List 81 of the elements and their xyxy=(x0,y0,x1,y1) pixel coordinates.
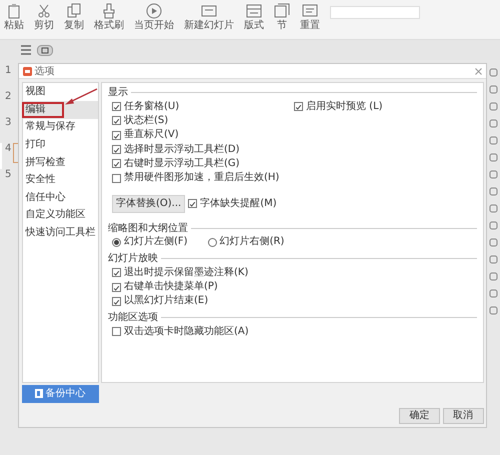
checkbox[interactable] xyxy=(112,145,121,154)
toolbar-label[interactable]: 粘贴 xyxy=(4,20,24,31)
toolbar-label[interactable]: 重置 xyxy=(300,20,320,31)
category-item[interactable]: 安全性 xyxy=(22,171,98,190)
font-size-field[interactable] xyxy=(330,6,420,19)
slide-number[interactable]: 2 xyxy=(5,91,12,102)
font-replace-button[interactable]: 字体替换(O)... xyxy=(112,194,186,213)
category-item[interactable]: 打印 xyxy=(22,136,98,154)
group-title: 缩略图和大纲位置 xyxy=(108,222,188,236)
slide-number[interactable]: 5 xyxy=(5,169,12,180)
clipboard-icon[interactable] xyxy=(6,3,22,19)
checkbox[interactable] xyxy=(294,102,303,112)
copy-icon[interactable] xyxy=(66,3,82,19)
option-label: 幻灯片右侧(R) xyxy=(220,236,284,248)
document-icon xyxy=(34,389,43,398)
slide-row[interactable]: 4 xyxy=(0,143,18,169)
option-label: 启用实时预览 (L) xyxy=(306,100,383,113)
option-label: 双击选项卡时隐藏功能区(A) xyxy=(124,326,249,338)
radio-button[interactable] xyxy=(112,238,121,247)
toolbar-label[interactable]: 版式 xyxy=(244,20,264,31)
backup-center-button[interactable]: 备份中心 xyxy=(22,384,98,402)
slide-number[interactable]: 4 xyxy=(5,143,12,154)
option-label: 任务窗格(U) xyxy=(124,100,180,113)
checkbox[interactable] xyxy=(112,327,121,336)
option-label: 禁用硬件图形加速，重启后生效(H) xyxy=(124,172,280,184)
close-icon[interactable] xyxy=(475,68,482,74)
scissors-icon[interactable] xyxy=(36,3,52,19)
checkbox[interactable] xyxy=(188,199,198,208)
brush-icon[interactable] xyxy=(101,3,117,19)
option-label: 字体缺失提醒(M) xyxy=(200,198,277,210)
radio-button[interactable] xyxy=(208,238,217,247)
slide-row[interactable]: 5 xyxy=(0,169,18,195)
checkbox[interactable] xyxy=(112,268,121,278)
toolbar-label[interactable]: 格式刷 xyxy=(94,20,124,31)
group-title: 显示 xyxy=(108,86,128,100)
checkbox[interactable] xyxy=(112,174,121,183)
option-label: 状态栏(S) xyxy=(124,114,168,127)
app-logo-icon xyxy=(23,66,32,76)
category-item[interactable]: 常规与保存 xyxy=(22,118,98,136)
slide-number[interactable]: 3 xyxy=(5,117,12,128)
category-item[interactable]: 快速访问工具栏 xyxy=(22,224,98,242)
category-item[interactable]: 拼写检查 xyxy=(22,154,98,172)
option-label: 幻灯片左侧(F) xyxy=(124,236,188,248)
slide-row[interactable]: 1 xyxy=(0,65,18,91)
group-title: 功能区选项 xyxy=(108,310,158,325)
checkbox[interactable] xyxy=(112,130,121,140)
slide-number[interactable]: 1 xyxy=(5,65,12,76)
list-icon[interactable] xyxy=(20,45,32,55)
category-item[interactable]: 信任中心 xyxy=(22,189,98,207)
toolbar-label[interactable]: 新建幻灯片 xyxy=(184,20,234,31)
slide-row[interactable]: 3 xyxy=(0,117,18,143)
option-label: 垂直标尺(V) xyxy=(124,129,179,142)
annotation-arrow xyxy=(64,88,98,106)
dialog-title: 选项 xyxy=(34,64,54,78)
toolbar-label[interactable]: 复制 xyxy=(64,20,84,31)
slide-row[interactable]: 2 xyxy=(0,91,18,117)
toolbar-label[interactable]: 剪切 xyxy=(34,20,54,31)
ok-button[interactable]: 确定 xyxy=(399,408,440,424)
cancel-button[interactable]: 取消 xyxy=(442,408,484,424)
category-item[interactable]: 视图 xyxy=(22,84,98,102)
option-label: 右键单击快捷菜单(P) xyxy=(124,281,218,294)
option-label: 以黑幻灯片结束(E) xyxy=(124,295,208,308)
checkbox[interactable] xyxy=(112,116,121,126)
option-label: 退出时提示保留墨迹注释(K) xyxy=(124,266,248,279)
toolbar-label[interactable]: 节 xyxy=(277,20,287,31)
checkbox[interactable] xyxy=(112,102,121,112)
slide-icon[interactable] xyxy=(201,3,217,19)
group-title: 幻灯片放映 xyxy=(108,252,158,266)
category-item[interactable]: 自定义功能区 xyxy=(22,206,98,224)
checkbox[interactable] xyxy=(112,296,121,306)
section-icon[interactable] xyxy=(274,3,290,19)
toolbar-label[interactable]: 当页开始 xyxy=(134,20,174,31)
option-label: 右键时显示浮动工具栏(G) xyxy=(124,158,240,170)
reset-icon[interactable] xyxy=(302,3,318,19)
option-label: 选择时显示浮动工具栏(D) xyxy=(124,144,240,156)
slide-view-icon[interactable] xyxy=(37,44,53,56)
checkbox[interactable] xyxy=(112,282,121,292)
layout-icon[interactable] xyxy=(246,3,262,19)
play-icon[interactable] xyxy=(146,3,162,19)
annotation-box xyxy=(22,102,64,118)
checkbox[interactable] xyxy=(112,159,121,168)
